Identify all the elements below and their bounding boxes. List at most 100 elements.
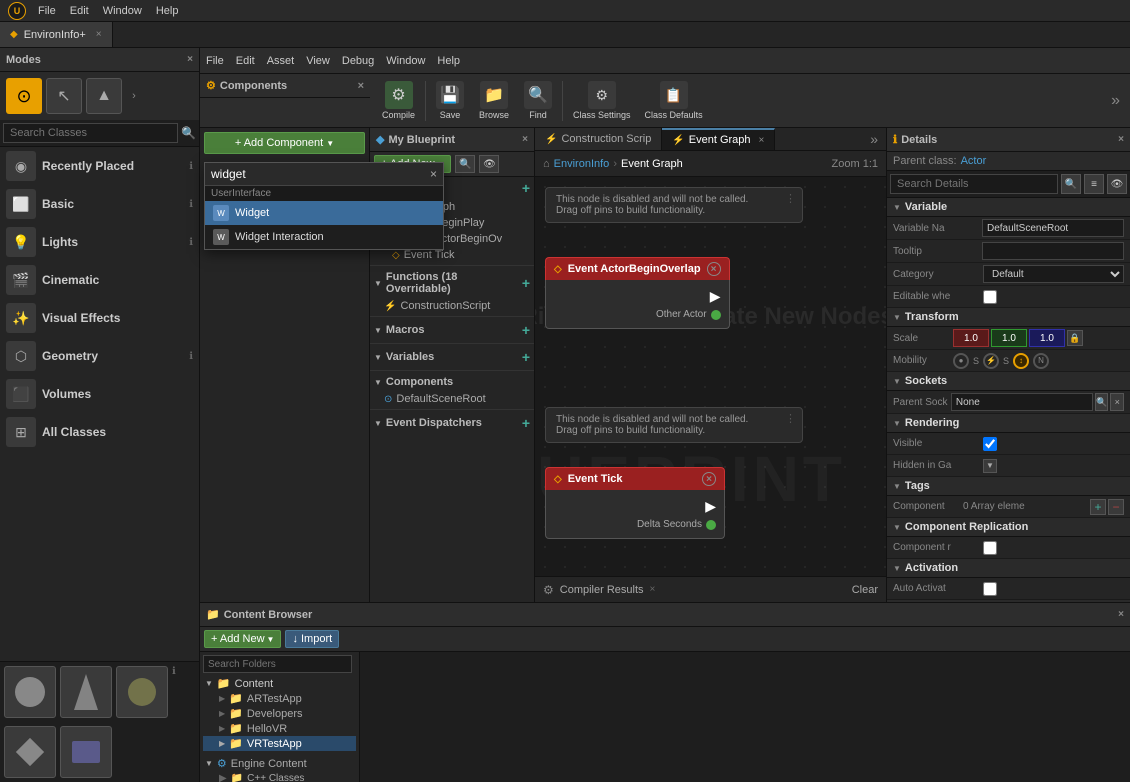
thumbnail-5[interactable]	[60, 726, 112, 778]
content-root-folder[interactable]: ▼ 📁 Content	[203, 676, 356, 691]
widget-search-input[interactable]	[205, 163, 424, 185]
mob-movable[interactable]: ↕	[1013, 353, 1029, 369]
tags-add[interactable]: +	[1090, 499, 1106, 515]
widget-search-close[interactable]: ×	[424, 163, 443, 185]
search-details-input[interactable]	[890, 174, 1058, 194]
scale-y[interactable]	[991, 329, 1027, 347]
parent-sock-input[interactable]	[951, 393, 1093, 411]
transform-section-header[interactable]: ▼ Transform	[887, 308, 1130, 327]
scale-lock[interactable]: 🔒	[1067, 330, 1083, 346]
more-tabs-btn[interactable]: »	[862, 128, 886, 150]
components-panel-tab[interactable]: ⚙ Components ×	[200, 74, 370, 98]
category-visual-effects[interactable]: ✨ Visual Effects	[0, 299, 199, 337]
macros-add[interactable]: +	[522, 322, 530, 338]
tab-close[interactable]: ×	[96, 29, 102, 40]
tab-construction-script[interactable]: ⚡ Construction Scrip	[535, 128, 662, 150]
components-section[interactable]: ▼ Components	[370, 373, 534, 391]
macros-section[interactable]: ▼ Macros +	[370, 319, 534, 341]
engine-content-section[interactable]: ▼ ⚙ Engine Content	[203, 755, 356, 772]
activation-header[interactable]: ▼ Activation	[887, 559, 1130, 578]
event-graph-close[interactable]: ×	[759, 135, 765, 146]
editor-menu-window[interactable]: Window	[386, 55, 425, 67]
category-all-classes[interactable]: ⊞ All Classes	[0, 413, 199, 451]
tab-event-graph[interactable]: ⚡ Event Graph ×	[662, 128, 775, 150]
comp-rep-checkbox[interactable]	[983, 541, 997, 555]
category-volumes[interactable]: ⬛ Volumes	[0, 375, 199, 413]
cb-add-new[interactable]: + Add New ▼	[204, 630, 281, 648]
find-button[interactable]: 🔍 Find	[518, 77, 558, 124]
details-close[interactable]: ×	[1118, 134, 1124, 145]
comp-rep-header[interactable]: ▼ Component Replication	[887, 518, 1130, 537]
variables-section[interactable]: ▼ Variables +	[370, 346, 534, 368]
auto-activat-checkbox[interactable]	[983, 582, 997, 596]
editor-menu-asset[interactable]: Asset	[267, 55, 295, 67]
mode-landscape[interactable]: ▲	[86, 78, 122, 114]
thumbnail-2[interactable]	[60, 666, 112, 718]
parent-class-value[interactable]: Actor	[961, 155, 987, 167]
cb-import[interactable]: ↓ Import	[285, 630, 339, 648]
widget-item-interaction[interactable]: W Widget Interaction	[205, 225, 443, 249]
default-scene-root-item[interactable]: ⊙ DefaultSceneRoot	[370, 391, 534, 407]
editor-menu-debug[interactable]: Debug	[342, 55, 374, 67]
editor-menu-file[interactable]: File	[206, 55, 224, 67]
search-folders-input[interactable]	[203, 655, 352, 673]
construction-script-item[interactable]: ⚡ ConstructionScript	[370, 298, 534, 314]
mob-static[interactable]: ●	[953, 353, 969, 369]
blueprint-graph[interactable]: Right-Click to Create New Nodes. BLUEPRI…	[535, 177, 886, 576]
compiler-close[interactable]: ×	[650, 584, 656, 595]
search-classes-input[interactable]	[3, 123, 178, 143]
mybp-search-btn[interactable]: 🔍	[455, 155, 475, 173]
class-defaults-button[interactable]: 📋 Class Defaults	[639, 77, 709, 124]
scale-z[interactable]	[1029, 329, 1065, 347]
variables-add[interactable]: +	[522, 349, 530, 365]
tooltip-input[interactable]	[982, 242, 1124, 260]
event-dispatchers-section[interactable]: ▼ Event Dispatchers +	[370, 412, 534, 434]
category-recently-placed[interactable]: ◉ Recently Placed ℹ	[0, 147, 199, 185]
functions-section[interactable]: ▼ Functions (18 Overridable) +	[370, 268, 534, 298]
modes-close[interactable]: ×	[187, 54, 193, 65]
parent-sock-clear[interactable]: ×	[1110, 393, 1124, 411]
info-btn-1[interactable]: ℹ	[172, 666, 176, 677]
folder-artestapp[interactable]: ▶ 📁 ARTestApp	[203, 691, 356, 706]
compiler-tab-label[interactable]: Compiler Results	[560, 584, 644, 596]
editor-menu-help[interactable]: Help	[437, 55, 460, 67]
widget-item-widget[interactable]: W Widget	[205, 201, 443, 225]
tags-remove[interactable]: −	[1108, 499, 1124, 515]
scale-x[interactable]	[953, 329, 989, 347]
rendering-header[interactable]: ▼ Rendering	[887, 414, 1130, 433]
add-component-button[interactable]: + Add Component ▼	[204, 132, 365, 154]
details-eye-btn[interactable]: 👁	[1107, 174, 1127, 194]
category-geometry[interactable]: ⬡ Geometry ℹ	[0, 337, 199, 375]
category-cinematic[interactable]: 🎬 Cinematic	[0, 261, 199, 299]
graphs-add[interactable]: +	[522, 180, 530, 196]
variable-section-header[interactable]: ▼ Variable	[887, 198, 1130, 217]
mybp-view-btn[interactable]: 👁	[479, 155, 499, 173]
hidden-dropdown[interactable]: ▼	[983, 459, 997, 473]
components-close[interactable]: ×	[358, 80, 364, 92]
thumbnail-3[interactable]	[116, 666, 168, 718]
disabled-note-2-close[interactable]: ⋮	[785, 412, 796, 425]
thumbnail-4[interactable]	[4, 726, 56, 778]
folder-hellovr[interactable]: ▶ 📁 HelloVR	[203, 721, 356, 736]
mode-select[interactable]: ↖	[46, 78, 82, 114]
tick-node-close[interactable]: ×	[702, 472, 716, 486]
mob-extra[interactable]: N	[1033, 353, 1049, 369]
more-toolbar[interactable]: »	[1105, 92, 1126, 110]
menu-edit[interactable]: Edit	[64, 5, 95, 17]
cpp-classes-item[interactable]: ▶ 📁 C++ Classes	[203, 772, 356, 782]
editor-tab-environinfo[interactable]: ◆ EnvironInfo+ ×	[0, 22, 113, 47]
folder-vrtestapp[interactable]: ▶ 📁 VRTestApp	[203, 736, 356, 751]
functions-add[interactable]: +	[522, 275, 530, 291]
menu-window[interactable]: Window	[97, 5, 148, 17]
editor-menu-edit[interactable]: Edit	[236, 55, 255, 67]
save-button[interactable]: 💾 Save	[430, 77, 470, 124]
var-name-input[interactable]	[982, 219, 1124, 237]
breadcrumb-root[interactable]: EnvironInfo	[554, 158, 610, 170]
mybp-close[interactable]: ×	[522, 134, 528, 145]
editable-checkbox[interactable]	[983, 290, 997, 304]
cb-close[interactable]: ×	[1118, 609, 1124, 620]
compile-button[interactable]: ⚙ Compile	[376, 77, 421, 124]
category-lights[interactable]: 💡 Lights ℹ	[0, 223, 199, 261]
category-basic[interactable]: ⬜ Basic ℹ	[0, 185, 199, 223]
parent-sock-search[interactable]: 🔍	[1095, 393, 1109, 411]
